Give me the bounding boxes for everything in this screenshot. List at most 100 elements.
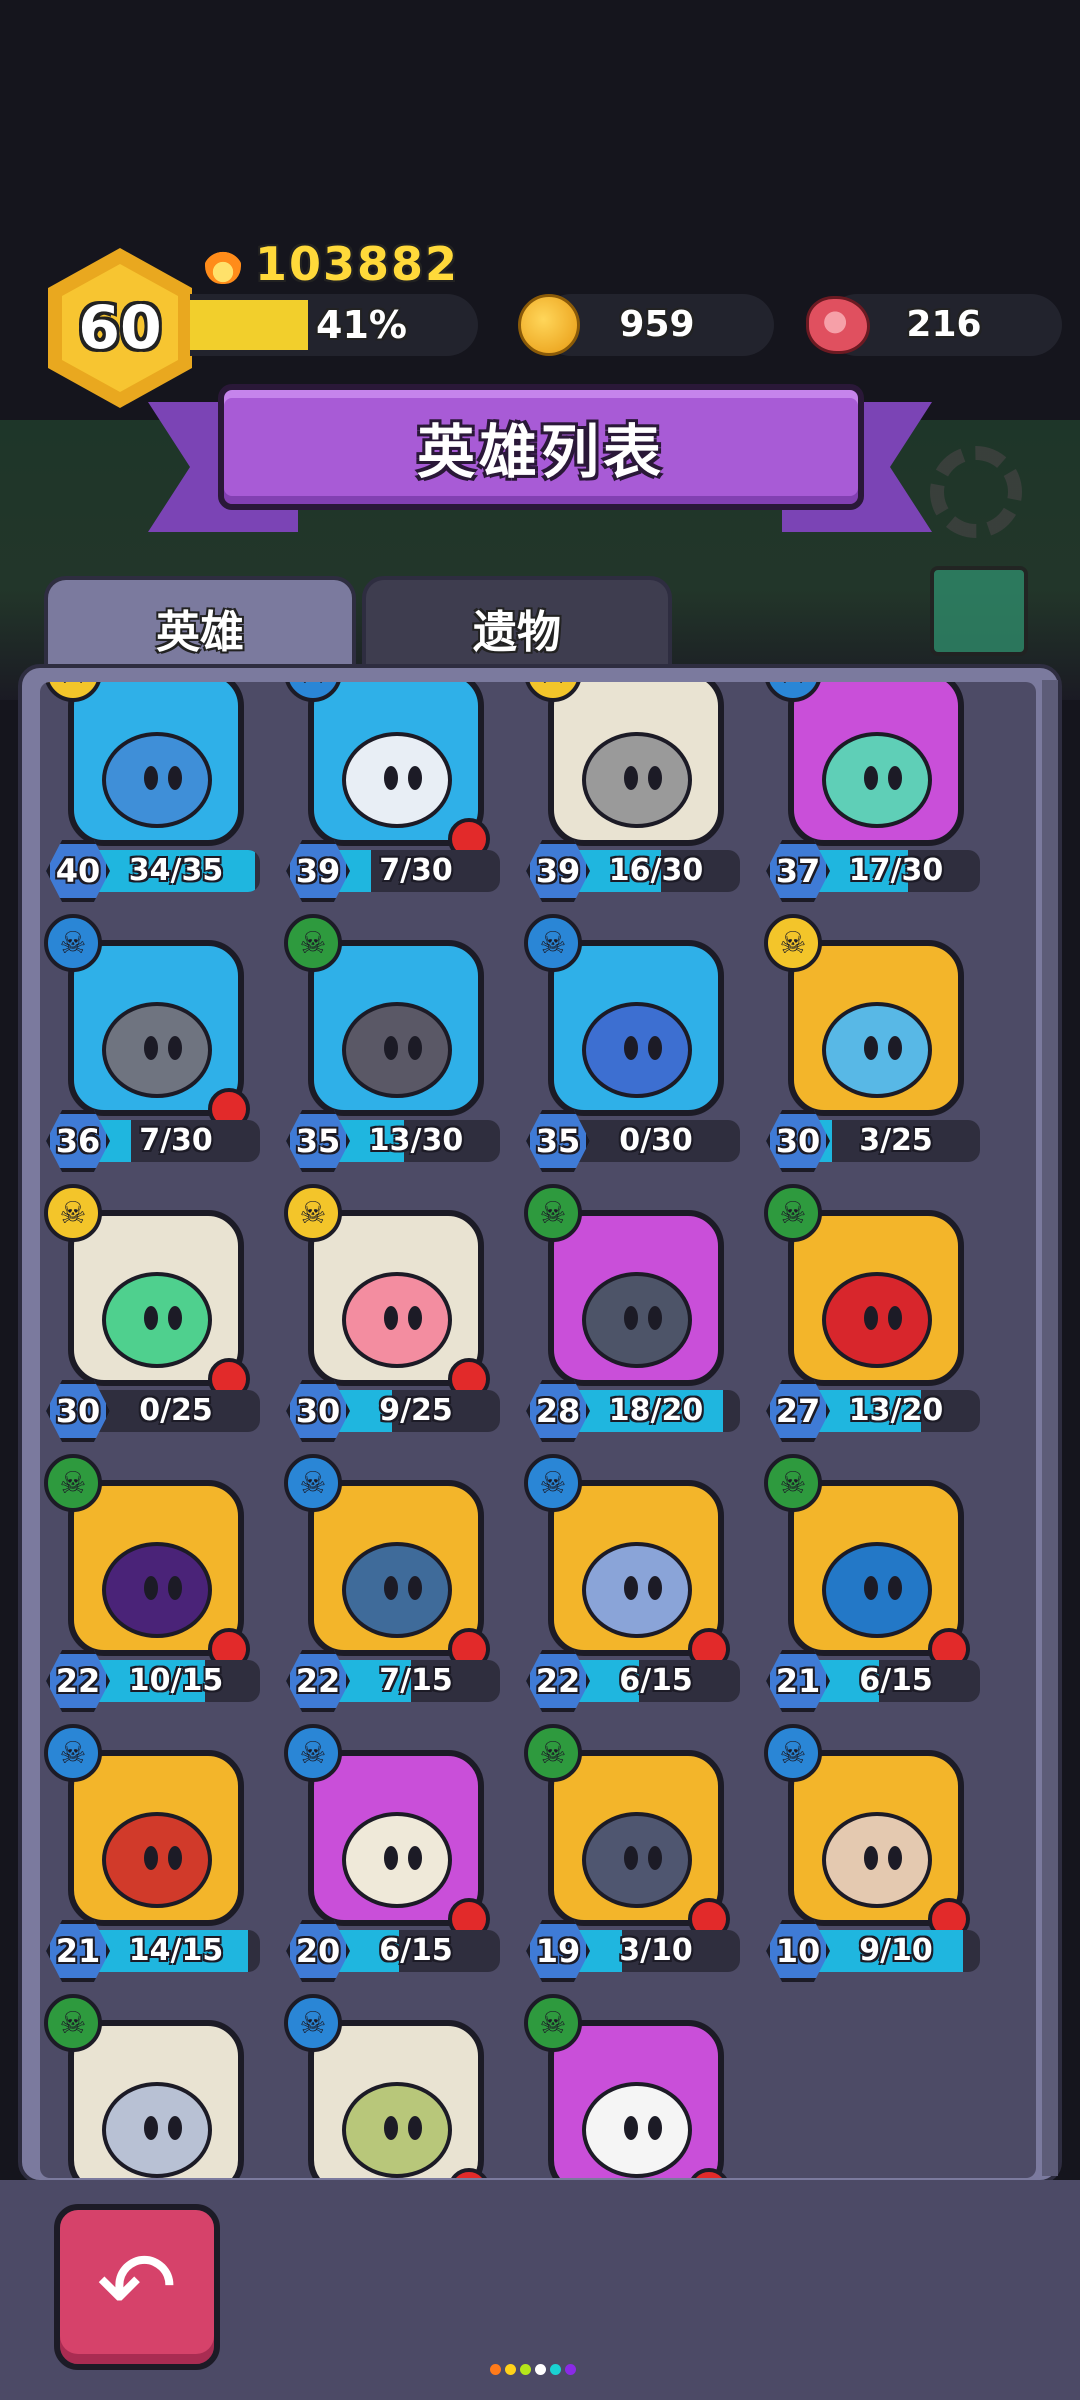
tab-heroes-label: 英雄: [156, 607, 244, 658]
blue-skull-rarity-icon: ☠: [764, 1724, 822, 1782]
hero-eye: [384, 1576, 398, 1600]
hero-card[interactable]: ☠: [284, 1994, 498, 2178]
hero-card[interactable]: ☠7/3039: [284, 682, 500, 920]
scrollbar[interactable]: [1042, 680, 1058, 2176]
hero-list[interactable]: ☠34/3540☠7/3039☠16/3039☠17/3037☠7/3036☠1…: [40, 682, 1036, 2178]
hero-card[interactable]: ☠: [524, 1994, 738, 2178]
hero-card[interactable]: ☠ 9/10 10: [764, 1724, 980, 2000]
shard-progress-bar: 13/20: [812, 1390, 980, 1432]
hero-card[interactable]: ☠34/3540: [44, 682, 260, 920]
page-dot: [565, 2364, 576, 2375]
hero-face: [582, 1272, 692, 1368]
shard-progress-text: 34/35: [128, 853, 224, 888]
shard-progress-bar: 34/35: [92, 850, 260, 892]
hero-eye: [144, 1036, 158, 1060]
page-dot: [505, 2364, 516, 2375]
hero-eye: [864, 1036, 878, 1060]
hero-face: [342, 1542, 452, 1638]
hero-card[interactable]: ☠ 6/15 22: [524, 1454, 740, 1730]
hero-portrait: [548, 1210, 724, 1386]
hero-eye: [144, 1846, 158, 1870]
hero-face: [102, 732, 212, 828]
hero-card[interactable]: ☠ 9/25 30: [284, 1184, 500, 1460]
hero-portrait: [308, 1210, 484, 1386]
hero-portrait: [548, 682, 724, 846]
tab-heroes[interactable]: 英雄: [44, 576, 356, 676]
hero-card[interactable]: ☠ 0/25 30: [44, 1184, 260, 1460]
hero-eye: [384, 1036, 398, 1060]
shard-progress-bar: 0/25: [92, 1390, 260, 1432]
shard-progress-bar: 9/10: [812, 1930, 980, 1972]
hero-card[interactable]: ☠ 3/25 30: [764, 914, 980, 1190]
shard-progress-text: 0/25: [139, 1393, 213, 1428]
shard-progress-text: 13/20: [848, 1393, 944, 1428]
hero-portrait: [68, 1480, 244, 1656]
crossbones-rarity-icon: ☠: [284, 1184, 342, 1242]
crossbones-rarity-icon: ☠: [44, 1184, 102, 1242]
power-display: 103882: [205, 236, 459, 292]
hero-card[interactable]: ☠ 13/30 35: [284, 914, 500, 1190]
hero-card[interactable]: ☠ 0/30 35: [524, 914, 740, 1190]
tab-relics[interactable]: 遗物: [362, 576, 672, 676]
hero-eye: [408, 1036, 422, 1060]
hero-card[interactable]: ☠ 6/15 21: [764, 1454, 980, 1730]
hero-eye: [144, 2116, 158, 2140]
hero-eye: [624, 766, 638, 790]
hero-card[interactable]: ☠16/3039: [524, 682, 740, 920]
hero-eye: [168, 2116, 182, 2140]
hero-face: [822, 1002, 932, 1098]
back-button[interactable]: ↶: [54, 2204, 220, 2370]
shard-progress-bar: 17/30: [812, 850, 980, 892]
hero-eye: [648, 766, 662, 790]
hero-card[interactable]: ☠ 7/30 36: [44, 914, 260, 1190]
hero-eye: [168, 766, 182, 790]
hero-portrait: [548, 1480, 724, 1656]
hero-card[interactable]: ☠ 13/20 27: [764, 1184, 980, 1460]
hero-card[interactable]: ☠ 10/15 22: [44, 1454, 260, 1730]
hero-eye: [648, 1036, 662, 1060]
hero-card[interactable]: ☠ 7/15 22: [284, 1454, 500, 1730]
shard-progress-bar: 7/15: [332, 1660, 500, 1702]
hero-eye: [408, 2116, 422, 2140]
hero-eye: [648, 1846, 662, 1870]
hero-eye: [648, 2116, 662, 2140]
hero-card[interactable]: ☠ 3/10 19: [524, 1724, 740, 2000]
hero-face: [342, 1002, 452, 1098]
hero-eye: [864, 766, 878, 790]
hero-eye: [864, 1576, 878, 1600]
hero-face: [822, 1542, 932, 1638]
hero-eye: [624, 2116, 638, 2140]
hero-portrait: [68, 2020, 244, 2178]
hero-card[interactable]: ☠ 14/15 21: [44, 1724, 260, 2000]
hero-portrait: [788, 1210, 964, 1386]
hero-card[interactable]: ☠ 6/15 20: [284, 1724, 500, 2000]
green-skull-rarity-icon: ☠: [524, 1184, 582, 1242]
hero-face: [102, 1272, 212, 1368]
hero-eye: [144, 766, 158, 790]
hero-card[interactable]: ☠17/3037: [764, 682, 980, 920]
page-dot: [490, 2364, 501, 2375]
hero-card[interactable]: ☠: [44, 1994, 258, 2178]
hero-face: [342, 732, 452, 828]
meat-icon: [806, 296, 870, 354]
hero-eye: [624, 1036, 638, 1060]
shard-progress-text: 3/10: [619, 1933, 693, 1968]
hero-eye: [408, 1846, 422, 1870]
blue-skull-rarity-icon: ☠: [284, 1724, 342, 1782]
gold-coin-icon: [518, 294, 580, 356]
shard-progress-text: 16/30: [608, 853, 704, 888]
hero-face: [102, 1542, 212, 1638]
hero-card[interactable]: ☠ 18/20 28: [524, 1184, 740, 1460]
shard-progress-text: 17/30: [848, 853, 944, 888]
hero-face: [102, 2082, 212, 2178]
blue-skull-rarity-icon: ☠: [524, 1454, 582, 1512]
shard-progress-text: 6/15: [859, 1663, 933, 1698]
hero-portrait: [788, 682, 964, 846]
hero-eye: [384, 1846, 398, 1870]
hero-eye: [864, 1306, 878, 1330]
mail-icon[interactable]: [930, 566, 1028, 656]
hero-eye: [384, 1306, 398, 1330]
gear-icon[interactable]: [930, 446, 1022, 538]
blue-skull-rarity-icon: ☠: [284, 1454, 342, 1512]
green-skull-rarity-icon: ☠: [44, 1454, 102, 1512]
